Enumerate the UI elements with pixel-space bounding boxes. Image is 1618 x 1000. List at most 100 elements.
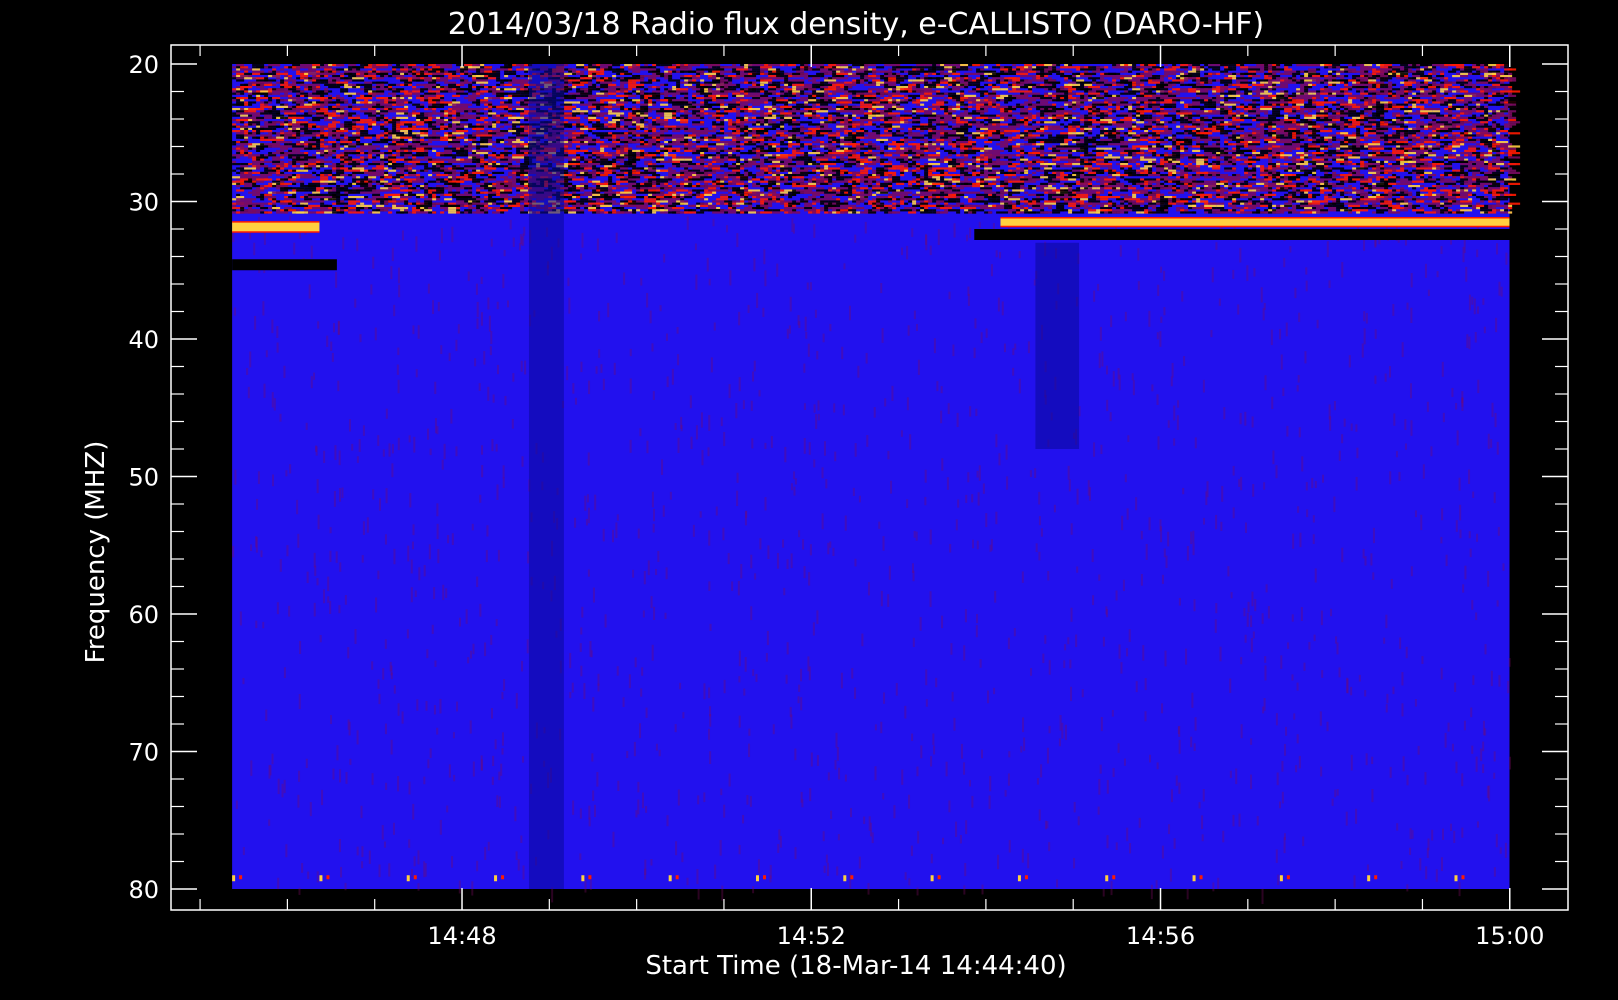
heatmap-cell (1508, 79, 1517, 82)
heatmap-cell (820, 127, 833, 130)
heatmap-cell (1448, 114, 1453, 117)
heatmap-cell (356, 108, 361, 111)
heatmap-cell (964, 86, 969, 89)
heatmap-cell (988, 121, 1001, 124)
heatmap-cell (1324, 81, 1329, 84)
heatmap-cell (508, 108, 513, 111)
heatmap-cell (576, 121, 581, 124)
heatmap-cell (312, 81, 321, 84)
heatmap-cell (368, 81, 373, 84)
heatmap-cell (344, 92, 357, 95)
heatmap-cell (1500, 125, 1505, 128)
heatmap-cell (512, 77, 517, 80)
heatmap-cell (1264, 94, 1269, 97)
heatmap-cell (732, 77, 741, 80)
heatmap-cell (1056, 112, 1061, 115)
heatmap-cell (316, 66, 321, 69)
heatmap-cell (1188, 64, 1193, 67)
heatmap-cell (896, 77, 905, 80)
heatmap-cell (1060, 92, 1065, 95)
heatmap-cell (944, 64, 953, 67)
heatmap-cell (720, 127, 725, 130)
heatmap-cell (960, 108, 969, 111)
heatmap-cell (1328, 79, 1333, 82)
heatmap-cell (1304, 105, 1317, 108)
heatmap-cell (512, 88, 517, 91)
heatmap-cell (644, 112, 649, 115)
heatmap-cell (1364, 70, 1369, 73)
heatmap-cell (716, 88, 721, 91)
heatmap-cell (1488, 66, 1493, 69)
heatmap-cell (1028, 108, 1033, 111)
heatmap-cell (744, 105, 749, 108)
heatmap-cell (728, 70, 733, 73)
heatmap-cell (1268, 125, 1273, 128)
heatmap-cell (608, 83, 617, 86)
heatmap-cell (1300, 92, 1305, 95)
heatmap-cell (656, 72, 665, 75)
heatmap-cell (908, 79, 913, 82)
heatmap-cell (940, 123, 949, 126)
heatmap-cell (832, 66, 837, 69)
heatmap-cell (1416, 86, 1421, 89)
heatmap-cell (832, 99, 837, 102)
heatmap-cell (872, 123, 877, 126)
heatmap-cell (876, 116, 885, 119)
heatmap-cell (960, 90, 965, 93)
heatmap-cell (288, 83, 297, 86)
heatmap-cell (1320, 110, 1325, 113)
heatmap-cell (680, 114, 685, 117)
heatmap-cell (720, 121, 725, 124)
heatmap-cell (352, 99, 357, 102)
heatmap-cell (584, 77, 589, 80)
heatmap-cell (1188, 112, 1193, 115)
heatmap-cell (1032, 114, 1037, 117)
heatmap-cell (1148, 81, 1161, 84)
heatmap-cell (596, 125, 601, 128)
heatmap-cell (832, 70, 837, 73)
heatmap-cell (292, 79, 297, 82)
heatmap-cell (664, 77, 669, 80)
heatmap-cell (1048, 77, 1053, 80)
heatmap-cell (524, 125, 529, 128)
heatmap-cell (496, 114, 501, 117)
heatmap-cell (1028, 99, 1037, 102)
heatmap-cell (508, 105, 517, 108)
heatmap-cell (308, 68, 317, 71)
heatmap-cell (984, 101, 989, 104)
heatmap-cell (984, 72, 989, 75)
heatmap-cell (1392, 83, 1397, 86)
heatmap-cell (436, 77, 441, 80)
heatmap-cell (744, 75, 757, 78)
heatmap-cell (680, 99, 689, 102)
heatmap-cell (704, 83, 713, 86)
heatmap-cell (336, 68, 345, 71)
heatmap-cell (1264, 101, 1269, 104)
heatmap-cell (1160, 81, 1165, 84)
heatmap-cell (1212, 68, 1221, 71)
heatmap-cell (1504, 77, 1517, 80)
heatmap-cell (1500, 81, 1505, 84)
heatmap-cell (1452, 75, 1461, 78)
heatmap-cell (1148, 90, 1153, 93)
heatmap-cell (1044, 105, 1057, 108)
heatmap-cell (984, 119, 993, 122)
heatmap-cell (920, 68, 925, 71)
heatmap-cell (976, 86, 985, 89)
heatmap-cell (804, 83, 813, 86)
heatmap-cell (1132, 125, 1137, 128)
heatmap-cell (1064, 79, 1069, 82)
heatmap-cell (664, 83, 669, 86)
heatmap-cell (728, 90, 733, 93)
heatmap-cell (1480, 125, 1493, 128)
heatmap-cell (260, 105, 273, 108)
heatmap-cell (1164, 110, 1177, 113)
heatmap-cell (1424, 64, 1429, 67)
heatmap-cell (1032, 75, 1037, 78)
heatmap-cell (496, 90, 501, 93)
heatmap-cell (1348, 99, 1353, 102)
heatmap-cell (284, 112, 297, 115)
heatmap-cell (1228, 68, 1233, 71)
heatmap-cell (1328, 92, 1333, 95)
heatmap-cell (1360, 90, 1365, 93)
